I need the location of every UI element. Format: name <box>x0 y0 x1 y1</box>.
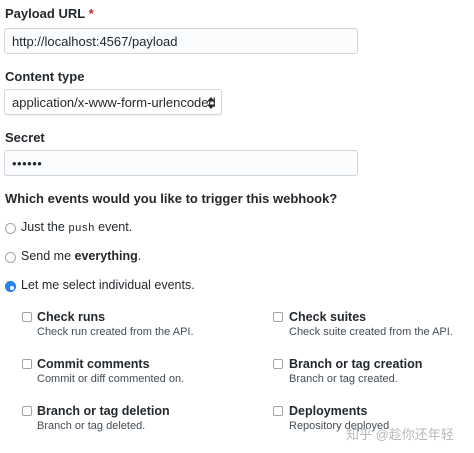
checkbox-branch-tag-creation[interactable] <box>273 359 283 369</box>
everything-bold: everything <box>74 249 138 263</box>
event-title-check-suites: Check suites <box>289 310 367 324</box>
event-desc-check-suites: Check suite created from the API. <box>289 326 453 338</box>
event-desc-commit-comments: Commit or diff commented on. <box>37 373 185 385</box>
radio-text-pre: Send me <box>21 249 75 263</box>
event-title-branch-tag-deletion: Branch or tag deletion <box>37 404 170 418</box>
checkbox-check-runs[interactable] <box>22 312 32 322</box>
content-type-select[interactable]: application/x-www-form-urlencoded <box>4 89 222 115</box>
payload-url-label-text: Payload URL <box>5 6 85 21</box>
event-desc-check-runs: Check run created from the API. <box>37 326 194 338</box>
radio-text-post: . <box>137 249 142 263</box>
watermark: 知乎 @趁你还年轻 <box>346 427 454 442</box>
payload-url-value: http://localhost:4567/payload <box>12 33 178 49</box>
payload-url-label: Payload URL * <box>5 6 94 21</box>
secret-value: •••••• <box>12 155 43 171</box>
event-title-commit-comments: Commit comments <box>37 357 150 371</box>
radio-individual[interactable] <box>5 279 19 293</box>
select-arrows-icon <box>207 97 215 109</box>
radio-everything[interactable] <box>5 250 19 264</box>
required-mark: * <box>88 6 94 21</box>
event-desc-branch-tag-deletion: Branch or tag deleted. <box>37 420 146 432</box>
radio-push-only-label[interactable]: Just the push event. <box>21 220 132 235</box>
checkbox-branch-tag-deletion[interactable] <box>22 406 32 416</box>
checkbox-deployments[interactable] <box>273 406 283 416</box>
event-desc-branch-tag-creation: Branch or tag created. <box>289 373 398 385</box>
event-title-branch-tag-creation: Branch or tag creation <box>289 357 423 371</box>
radio-circle <box>5 252 16 263</box>
radio-circle-checked <box>5 281 16 292</box>
radio-text-post: event. <box>94 220 133 234</box>
payload-url-input[interactable]: http://localhost:4567/payload <box>4 28 358 54</box>
secret-input[interactable]: •••••• <box>4 150 358 176</box>
radio-text-pre: Just the <box>21 220 69 234</box>
checkbox-commit-comments[interactable] <box>22 359 32 369</box>
radio-individual-label[interactable]: Let me select individual events. <box>21 278 195 292</box>
radio-everything-label[interactable]: Send me everything. <box>21 249 141 263</box>
secret-label: Secret <box>5 130 45 145</box>
events-question: Which events would you like to trigger t… <box>5 191 338 206</box>
push-code: push <box>68 223 95 235</box>
content-type-value: application/x-www-form-urlencoded <box>12 94 216 110</box>
radio-push-only[interactable] <box>5 221 19 235</box>
radio-circle <box>5 223 16 234</box>
checkbox-check-suites[interactable] <box>273 312 283 322</box>
content-type-label: Content type <box>5 69 85 84</box>
event-title-deployments: Deployments <box>289 404 368 418</box>
event-title-check-runs: Check runs <box>37 310 106 324</box>
